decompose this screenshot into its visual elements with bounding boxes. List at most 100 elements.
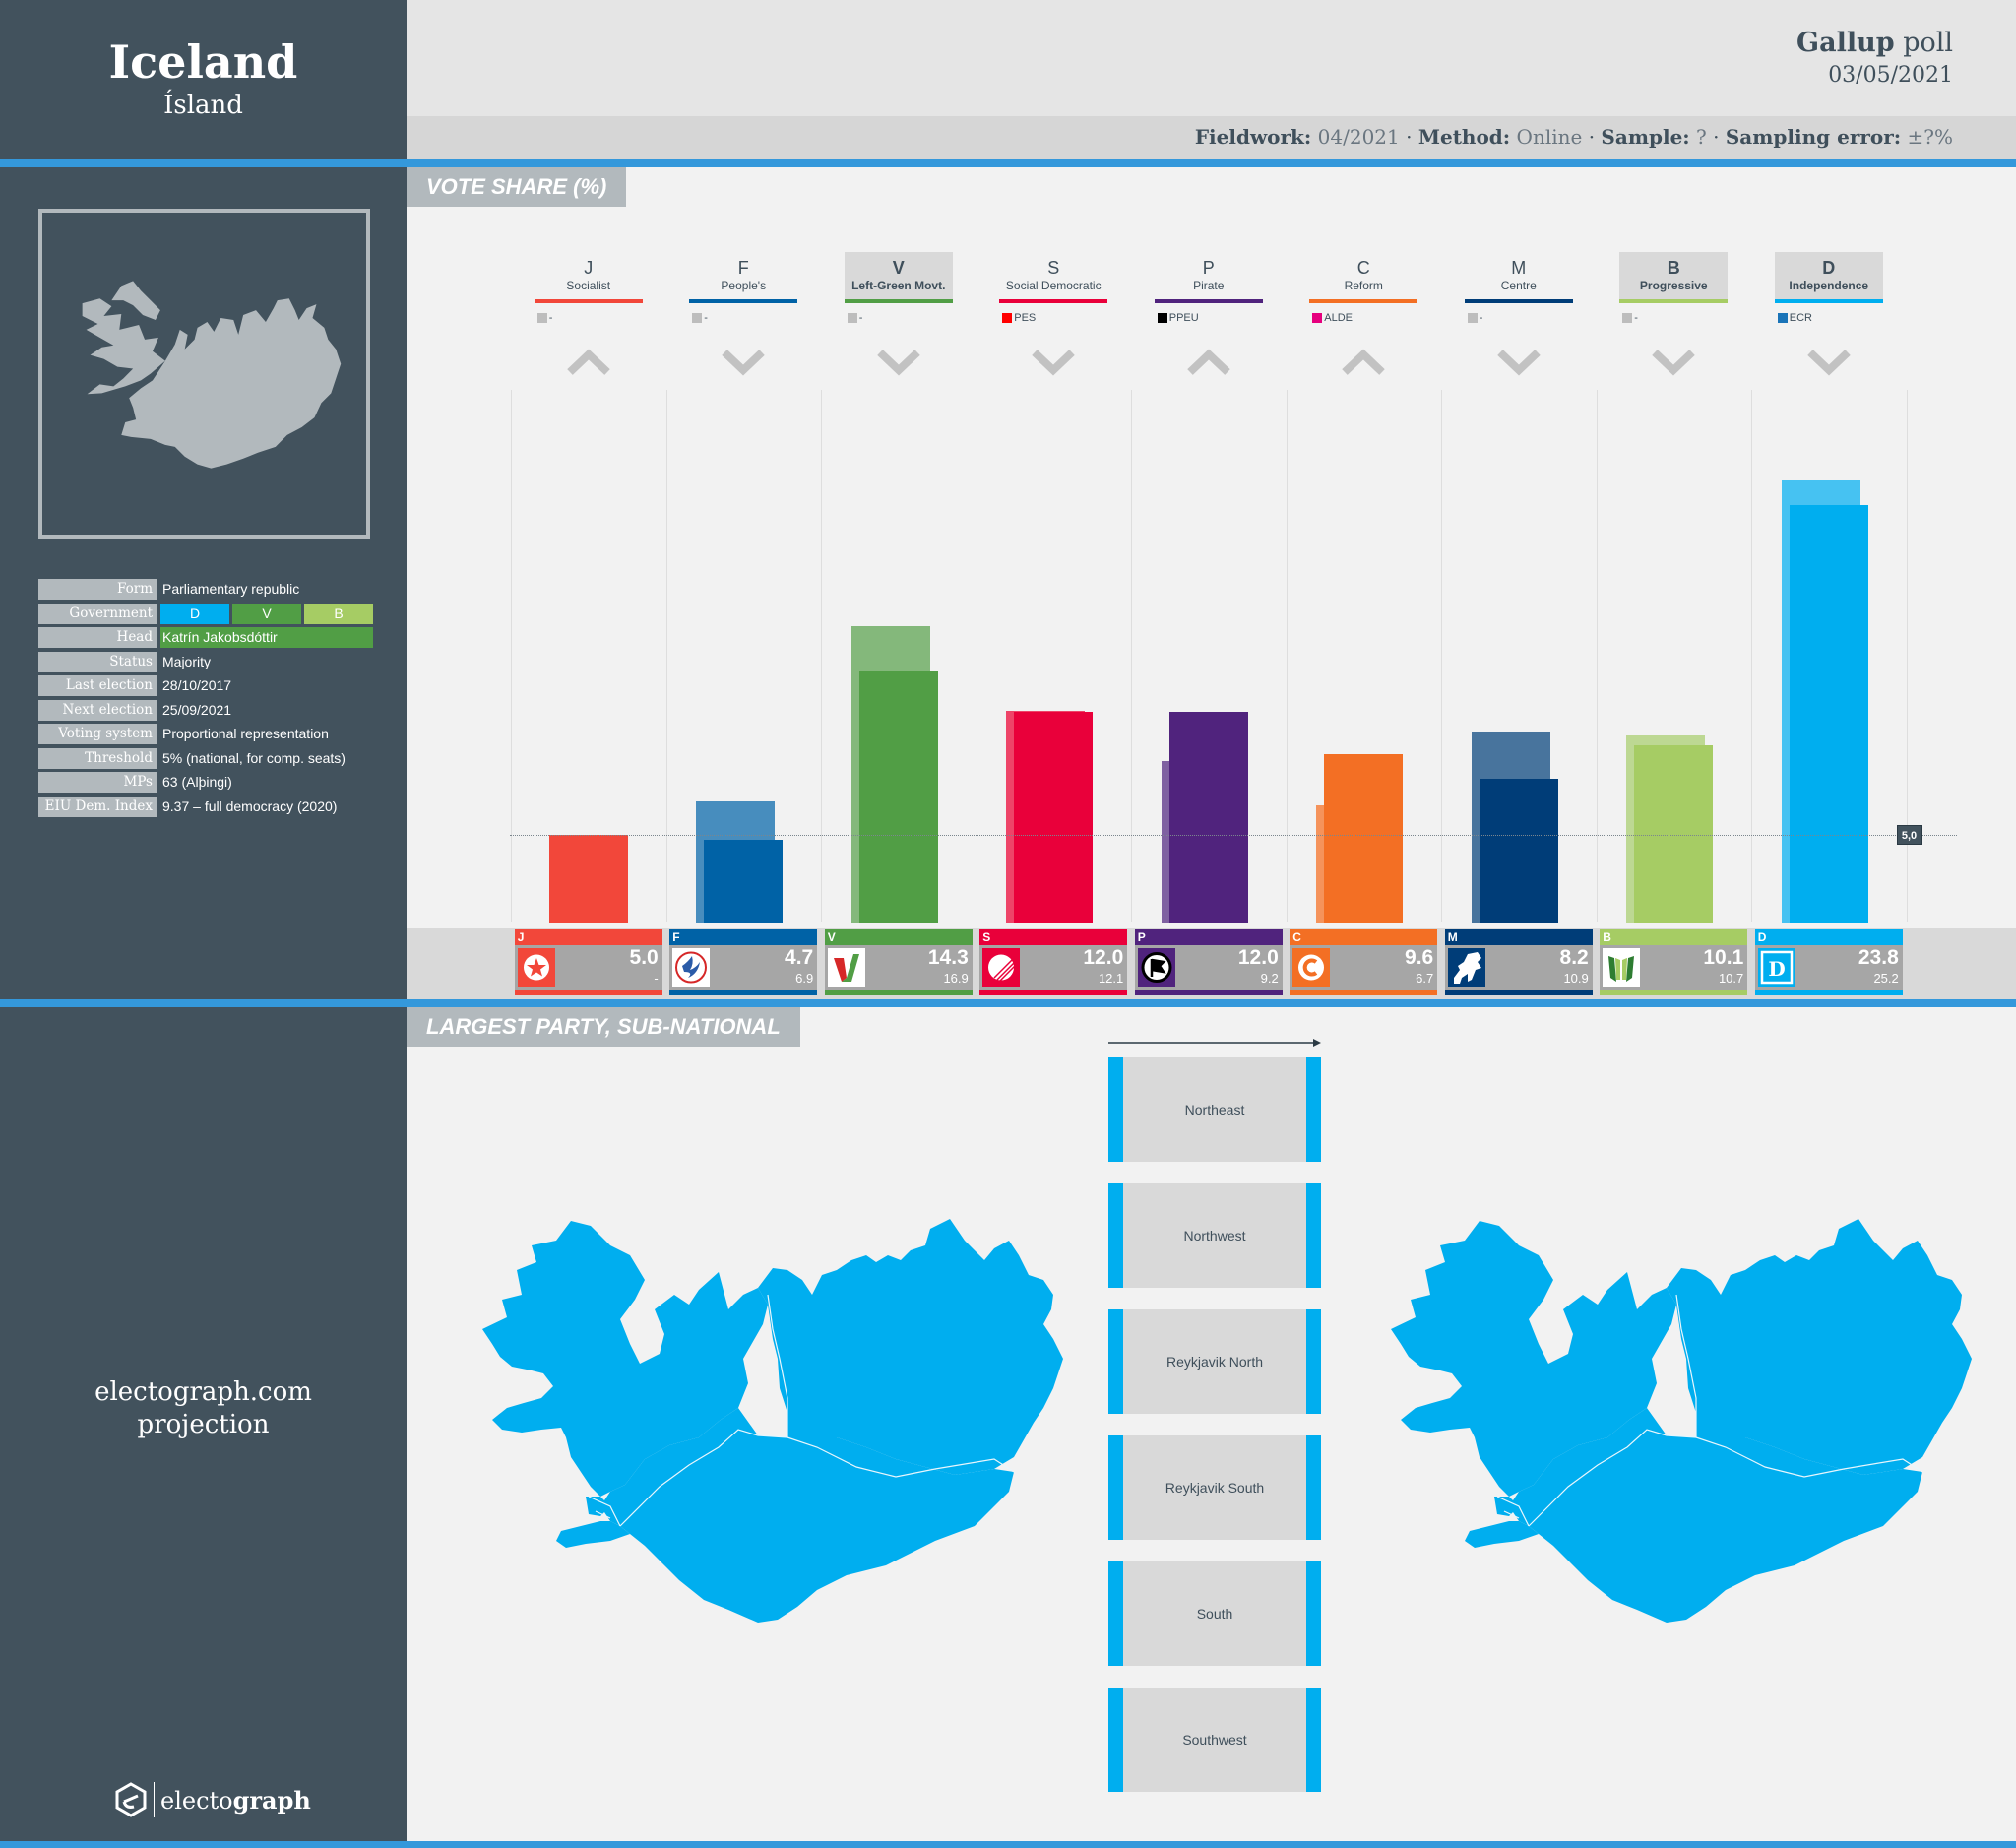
bar-current-d[interactable] bbox=[1789, 505, 1868, 923]
brand-light: electo bbox=[160, 1786, 233, 1815]
region-reykjavik-south[interactable]: Reykjavik South bbox=[1108, 1435, 1321, 1540]
divider-middle bbox=[0, 999, 2016, 1007]
bar-current-f[interactable] bbox=[704, 840, 784, 923]
region-northwest[interactable]: Northwest bbox=[1108, 1183, 1321, 1288]
party-logo-striped-ball-icon bbox=[982, 948, 1021, 987]
result-card-c[interactable]: C 9.6 6.7 bbox=[1290, 929, 1438, 996]
subnational-map-previous[interactable] bbox=[1371, 1201, 1982, 1654]
party-header-v[interactable]: V Left-Green Movt. bbox=[844, 252, 953, 303]
column-gridline bbox=[1596, 390, 1598, 922]
result-card-b[interactable]: B 10.1 10.7 bbox=[1600, 929, 1748, 996]
result-card-body: 9.6 6.7 bbox=[1290, 945, 1438, 990]
result-card-f[interactable]: F 4.7 6.9 bbox=[669, 929, 818, 996]
eu-group-label: ALDE bbox=[1324, 312, 1353, 324]
method-value: Online bbox=[1516, 125, 1583, 149]
result-card-footer bbox=[1134, 990, 1283, 995]
result-card-body: 8.2 10.9 bbox=[1444, 945, 1593, 990]
eu-group-swatch bbox=[1312, 313, 1323, 323]
poll-metadata: Fieldwork: 04/2021 · Method: Online · Sa… bbox=[1195, 125, 1953, 149]
result-card-letter: M bbox=[1444, 929, 1593, 945]
method-key: Method: bbox=[1418, 125, 1511, 149]
region-south[interactable]: South bbox=[1108, 1561, 1321, 1666]
result-card-p[interactable]: P 12.0 9.2 bbox=[1134, 929, 1283, 996]
fact-government: Government D V B bbox=[38, 603, 373, 624]
region-prev-party-color bbox=[1108, 1435, 1123, 1540]
chevron-down-icon bbox=[1806, 350, 1851, 376]
subnational-map-current[interactable] bbox=[463, 1201, 1073, 1654]
party-letter: P bbox=[1202, 258, 1215, 278]
party-header-p[interactable]: P Pirate bbox=[1154, 252, 1263, 303]
result-previous-value: 12.1 bbox=[1098, 971, 1124, 986]
eu-group-swatch bbox=[536, 313, 547, 323]
column-gridline bbox=[511, 390, 512, 922]
iceland-silhouette-icon bbox=[82, 281, 342, 469]
region-southwest[interactable]: Southwest bbox=[1108, 1688, 1321, 1792]
result-card-footer bbox=[669, 990, 818, 995]
result-card-j[interactable]: J 5.0 - bbox=[514, 929, 662, 996]
bar-current-m[interactable] bbox=[1479, 779, 1558, 923]
party-header-s[interactable]: S Social Democratic bbox=[999, 252, 1108, 303]
result-card-letter: P bbox=[1134, 929, 1283, 945]
party-name: People's bbox=[721, 279, 767, 292]
region-reykjavik-north[interactable]: Reykjavik North bbox=[1108, 1309, 1321, 1414]
eu-group-swatch bbox=[847, 313, 857, 323]
column-gridline bbox=[1286, 390, 1288, 922]
result-card-body: 12.0 12.1 bbox=[979, 945, 1128, 990]
party-color-underline bbox=[1774, 299, 1883, 303]
bar-current-s[interactable] bbox=[1014, 712, 1094, 923]
party-name: Left-Green Movt. bbox=[851, 279, 946, 292]
party-letter: F bbox=[737, 258, 749, 278]
party-header-j[interactable]: J Socialist bbox=[534, 252, 643, 303]
fact-voting-system: Voting system Proportional representatio… bbox=[38, 724, 373, 744]
government-party-d: D bbox=[160, 603, 229, 624]
brand-wordmark: electograph bbox=[160, 1786, 311, 1815]
region-northeast[interactable]: Northeast bbox=[1108, 1057, 1321, 1162]
eu-group: PES bbox=[1002, 312, 1036, 324]
eu-group-swatch bbox=[1157, 313, 1167, 323]
party-header-f[interactable]: F People's bbox=[689, 252, 798, 303]
party-header-b[interactable]: B Progressive bbox=[1619, 252, 1729, 303]
party-header-d[interactable]: D Independence bbox=[1774, 252, 1883, 303]
separator: · bbox=[1706, 125, 1726, 149]
fact-status: Status Majority bbox=[38, 651, 373, 672]
party-logo-horse-icon bbox=[1447, 948, 1485, 987]
result-previous-value: 6.9 bbox=[795, 971, 814, 986]
result-previous-value: 25.2 bbox=[1873, 971, 1899, 986]
party-color-underline bbox=[1309, 299, 1418, 303]
region-name: Reykjavik South bbox=[1165, 1480, 1265, 1496]
bar-current-p[interactable] bbox=[1168, 712, 1248, 923]
vote-share-chart: J Socialist - F People's - V Left-Green Movt. - S… bbox=[407, 167, 2016, 999]
bar-current-c[interactable] bbox=[1324, 754, 1404, 923]
region-prev-party-color bbox=[1108, 1057, 1123, 1162]
region-current-party-color bbox=[1306, 1435, 1321, 1540]
column-gridline bbox=[1131, 390, 1132, 922]
result-value: 9.6 bbox=[1405, 946, 1434, 969]
party-header-c[interactable]: C Reform bbox=[1309, 252, 1418, 303]
region-current-party-color bbox=[1306, 1183, 1321, 1288]
fact-label: Head bbox=[38, 627, 157, 648]
bar-current-v[interactable] bbox=[858, 671, 938, 923]
region-prev-party-color bbox=[1108, 1309, 1123, 1414]
government-party-v: V bbox=[232, 603, 301, 624]
result-value: 4.7 bbox=[785, 946, 814, 969]
region-prev-party-color bbox=[1108, 1183, 1123, 1288]
column-gridline bbox=[665, 390, 667, 922]
result-card-d[interactable]: D D 23.8 25.2 bbox=[1754, 929, 1903, 996]
party-color-underline bbox=[1154, 299, 1263, 303]
fact-label: Threshold bbox=[38, 747, 157, 769]
result-card-m[interactable]: M 8.2 10.9 bbox=[1444, 929, 1593, 996]
eu-group-label: - bbox=[1634, 312, 1638, 324]
bar-current-j[interactable] bbox=[548, 835, 628, 923]
party-name: Social Democratic bbox=[1005, 279, 1102, 292]
fieldwork-key: Fieldwork: bbox=[1194, 125, 1312, 149]
subnational-panel: Northeast Northwest Reykjavik North Reykjav… bbox=[407, 1014, 2016, 1841]
result-card-v[interactable]: V 14.3 16.9 bbox=[824, 929, 973, 996]
party-logo-star-in-circle-icon bbox=[517, 948, 555, 987]
party-color-underline bbox=[999, 299, 1108, 303]
fact-last-election: Last election 28/10/2017 bbox=[38, 675, 373, 696]
party-header-m[interactable]: M Centre bbox=[1464, 252, 1573, 303]
result-card-s[interactable]: S 12.0 12.1 bbox=[979, 929, 1128, 996]
section-title-subnational: LARGEST PARTY, SUB-NATIONAL bbox=[407, 1007, 800, 1047]
fact-label: Voting system bbox=[38, 724, 157, 744]
party-color-underline bbox=[689, 299, 798, 303]
